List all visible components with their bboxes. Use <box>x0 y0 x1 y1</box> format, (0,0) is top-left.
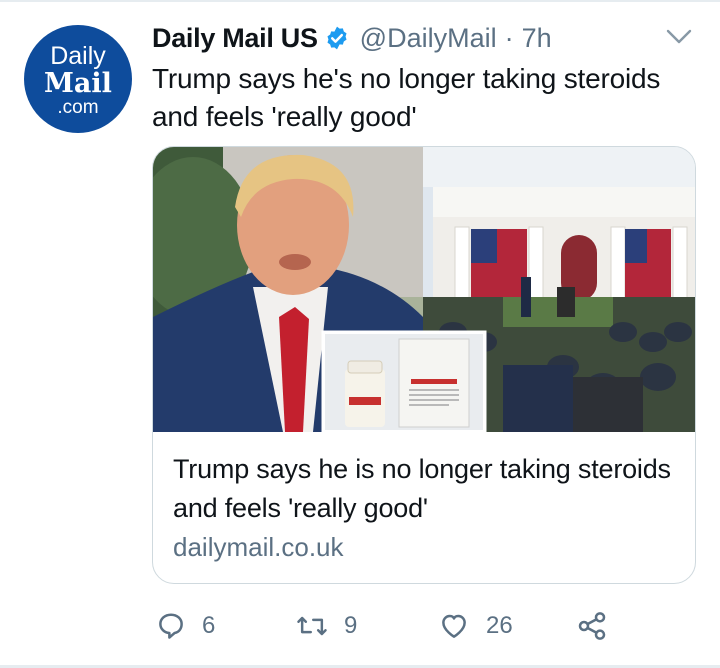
like-button[interactable]: 26 <box>438 606 513 646</box>
link-card[interactable]: Trump says he is no longer taking steroi… <box>152 146 696 584</box>
author-name[interactable]: Daily Mail US <box>152 23 318 54</box>
retweet-count: 9 <box>344 612 358 639</box>
like-count: 26 <box>486 612 513 639</box>
tweet-time[interactable]: 7h <box>522 23 552 54</box>
reply-icon <box>156 611 186 641</box>
separator-dot: · <box>504 22 514 53</box>
top-divider <box>0 0 720 2</box>
avatar-text-com: .com <box>57 96 99 118</box>
avatar[interactable]: Daily Mail .com <box>24 25 132 133</box>
chevron-down-icon[interactable] <box>664 26 694 48</box>
tweet-text: Trump says he's no longer taking steroid… <box>152 63 661 132</box>
reply-count: 6 <box>202 612 216 639</box>
retweet-icon <box>296 611 328 641</box>
tweet-actions: 6 9 26 <box>152 606 692 646</box>
reply-button[interactable]: 6 <box>156 606 215 646</box>
verified-badge-icon <box>324 25 350 51</box>
share-icon <box>576 610 608 642</box>
avatar-text-daily: Daily <box>50 41 106 70</box>
author-handle[interactable]: @DailyMail <box>360 23 497 54</box>
heart-icon <box>438 611 470 641</box>
share-button[interactable] <box>576 606 608 646</box>
card-image[interactable] <box>153 147 695 432</box>
card-title: Trump says he is no longer taking steroi… <box>173 454 671 523</box>
retweet-button[interactable]: 9 <box>296 606 357 646</box>
card-domain: dailymail.co.uk <box>173 532 344 562</box>
tweet-header: Daily Mail US @DailyMail · 7h <box>152 18 552 58</box>
avatar-text-mail: Mail <box>44 67 112 99</box>
